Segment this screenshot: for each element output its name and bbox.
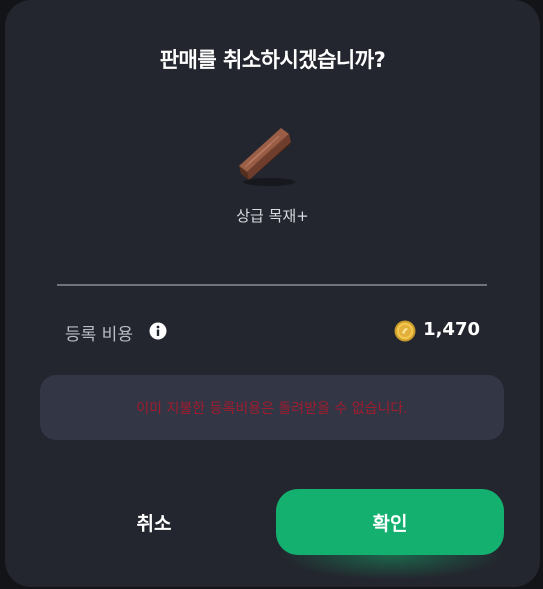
- cancel-sale-dialog: 판매를 취소하시겠습니까? 상급 목재+ 등록 비용 1,470 이미 지불한 …: [5, 0, 540, 587]
- fee-label: 등록 비용: [65, 325, 133, 345]
- gold-coin-icon: [394, 320, 416, 342]
- divider: [57, 284, 487, 286]
- fee-value: 1,470: [423, 319, 480, 340]
- item-name: 상급 목재+: [236, 207, 309, 225]
- confirm-button[interactable]: 확인: [276, 489, 504, 555]
- cancel-button[interactable]: 취소: [63, 490, 245, 554]
- info-icon[interactable]: [149, 322, 167, 340]
- registration-fee-row: 등록 비용 1,470: [65, 314, 480, 348]
- notice-text: 이미 지불한 등록비용은 돌려받을 수 없습니다.: [136, 401, 408, 417]
- wooden-plank-icon: [235, 112, 307, 190]
- notice-box: 이미 지불한 등록비용은 돌려받을 수 없습니다.: [40, 375, 504, 440]
- dialog-title: 판매를 취소하시겠습니까?: [159, 48, 386, 72]
